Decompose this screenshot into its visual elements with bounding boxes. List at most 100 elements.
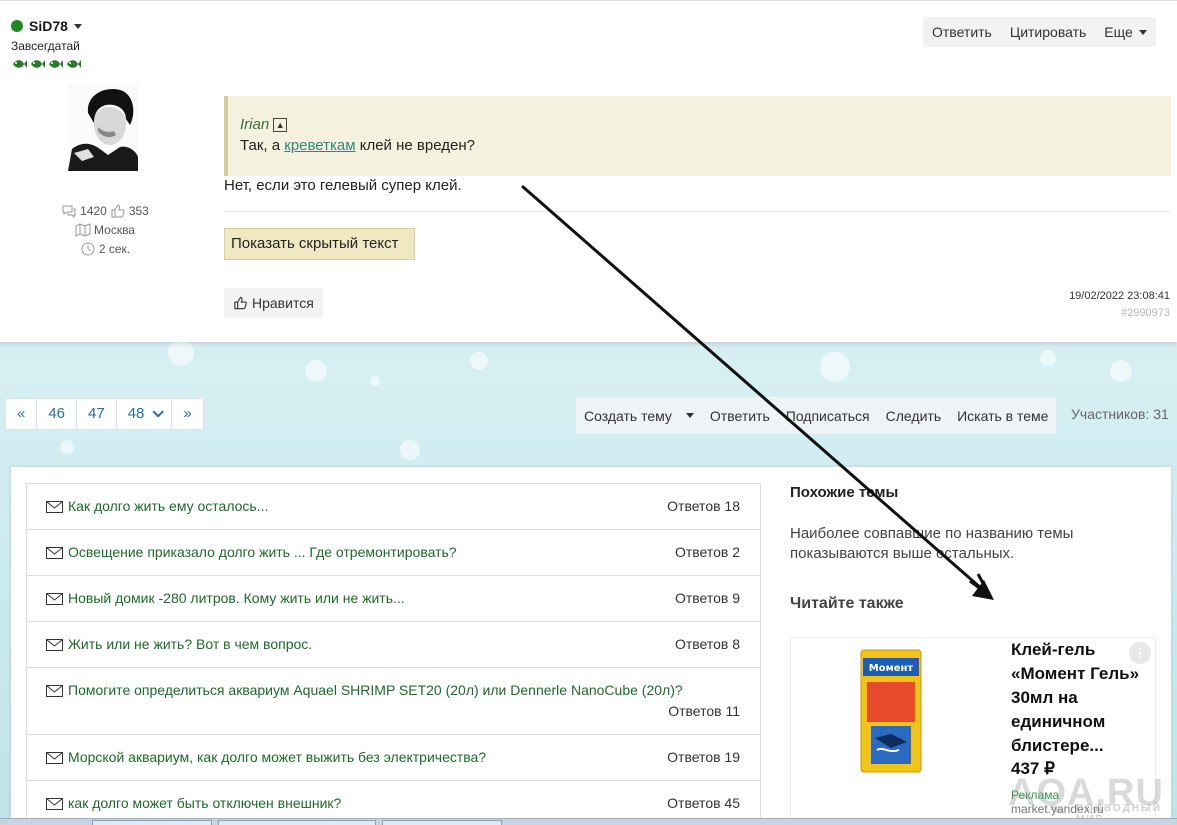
chevron-down-icon (1138, 29, 1147, 35)
last-seen: 2 сек. (98, 241, 131, 256)
background-bubble (400, 440, 420, 460)
glue-tube-icon: Момент (860, 649, 922, 773)
background-bubble (168, 340, 194, 366)
forum-post: SiD78 Завсегдатай 1420 353 Москва 2 сек.… (0, 0, 1177, 342)
clock-icon (81, 242, 95, 255)
reputation-fish-row (11, 57, 81, 71)
taskbar-item[interactable] (218, 820, 376, 825)
topic-replies: Ответов 9 (674, 590, 740, 606)
fish-icon (31, 60, 45, 68)
author-stats: 1420 353 Москва 2 сек. (40, 201, 170, 258)
background-bubble (305, 360, 327, 382)
list-item[interactable]: Помогите определиться аквариум Aquael SH… (27, 668, 760, 735)
list-item[interactable]: Жить или не жить? Вот в чем вопрос. Отве… (27, 622, 760, 668)
post-permalink[interactable]: #2990973 (1121, 307, 1170, 319)
avatar[interactable] (68, 83, 138, 171)
quote-block: Irian ▲ Так, а креветкам клей не вреден? (224, 96, 1171, 176)
envelope-icon (46, 685, 63, 697)
author-city: Москва (94, 222, 135, 237)
topic-replies: Ответов 18 (667, 498, 740, 514)
pagination-page[interactable]: 47 (77, 399, 117, 429)
post-body-text: Нет, если это гелевый супер клей. (224, 177, 462, 194)
envelope-icon (46, 501, 63, 513)
author-name[interactable]: SiD78 (29, 18, 68, 34)
background-bubble (1040, 350, 1056, 366)
chevron-down-icon (152, 406, 165, 418)
topic-link[interactable]: как долго может быть отключен внешник? (68, 795, 341, 811)
like-button[interactable]: Нравится (224, 288, 323, 318)
quote-text: Так, а креветкам клей не вреден? (240, 137, 475, 154)
list-item[interactable]: Новый домик -280 литров. Кому жить или н… (27, 576, 760, 622)
create-topic-button[interactable]: Создать тему (576, 401, 702, 431)
jump-to-quote-icon[interactable]: ▲ (273, 117, 288, 132)
participants-count[interactable]: Участников: 31 (1071, 406, 1169, 422)
current-page: 48 (127, 405, 145, 422)
topic-link[interactable]: Жить или не жить? Вот в чем вопрос. (68, 636, 312, 652)
divider (224, 211, 1171, 212)
map-icon (75, 222, 91, 237)
related-panel: Как долго жить ему осталось... Ответов 1… (11, 467, 1171, 825)
thumbs-up-icon (111, 203, 125, 217)
topic-replies: Ответов 11 (668, 703, 740, 719)
author-rank: Завсегдатай (11, 39, 80, 53)
quote-text-before: Так, а (240, 137, 285, 154)
pagination-page[interactable]: 46 (37, 399, 78, 429)
topic-link[interactable]: Морской аквариум, как долго может выжить… (68, 749, 486, 765)
show-hidden-text-button[interactable]: Показать скрытый текст (224, 228, 415, 260)
follow-button[interactable]: Следить (878, 401, 949, 431)
topic-replies: Ответов 19 (667, 749, 740, 765)
background-bubble (820, 352, 850, 382)
topic-link[interactable]: Помогите определиться аквариум Aquael SH… (68, 682, 683, 698)
pagination-prev[interactable]: « (6, 399, 38, 429)
read-also-heading: Читайте также (790, 595, 904, 612)
fish-icon (13, 60, 27, 68)
background-bubble (470, 352, 488, 370)
pagination-page-select[interactable]: 48 (117, 399, 173, 429)
search-in-topic-button[interactable]: Искать в теме (949, 401, 1056, 431)
topic-link[interactable]: Новый домик -280 литров. Кому жить или н… (68, 590, 405, 606)
fish-icon (67, 60, 81, 68)
reply-button[interactable]: Ответить (923, 17, 1001, 47)
pagination: « 46 47 48 » (5, 398, 204, 430)
topic-replies: Ответов 8 (674, 636, 740, 652)
chevron-down-icon (685, 413, 694, 418)
os-taskbar (0, 818, 1177, 825)
like-button-label: Нравится (252, 295, 314, 311)
similar-topics-heading: Похожие темы (790, 484, 899, 501)
topic-toolbar: Создать тему Ответить Подписаться Следит… (576, 397, 1057, 434)
taskbar-item[interactable] (382, 820, 502, 825)
envelope-icon (46, 798, 63, 810)
likes-count: 353 (128, 203, 149, 218)
topic-replies: Ответов 2 (674, 544, 740, 560)
list-item[interactable]: Освещение приказало долго жить ... Где о… (27, 530, 760, 576)
ad-product-brand: Момент (869, 663, 914, 674)
quote-link[interactable]: креветкам (284, 137, 355, 154)
taskbar-item[interactable] (92, 820, 212, 825)
author-menu-caret-icon[interactable] (74, 24, 82, 29)
create-topic-label: Создать тему (584, 407, 672, 424)
background-bubble (1110, 360, 1132, 382)
topic-link[interactable]: Как долго жить ему осталось... (68, 498, 268, 514)
envelope-icon (46, 547, 63, 559)
pagination-next[interactable]: » (172, 399, 202, 429)
post-actions-bar: Ответить Цитировать Еще (923, 17, 1156, 47)
ad-product-image[interactable]: Момент (791, 638, 1001, 825)
background-bubble (370, 376, 380, 386)
thumbs-up-icon (234, 296, 247, 310)
list-item[interactable]: Как долго жить ему осталось... Ответов 1… (27, 484, 760, 530)
quote-author-name[interactable]: Irian (240, 116, 269, 133)
topic-link[interactable]: Освещение приказало долго жить ... Где о… (68, 544, 457, 560)
subscribe-button[interactable]: Подписаться (778, 401, 878, 431)
more-button-label: Еще (1104, 24, 1133, 40)
more-button[interactable]: Еще (1095, 17, 1156, 47)
similar-topics-list: Как долго жить ему осталось... Ответов 1… (26, 483, 761, 825)
reply-topic-button[interactable]: Ответить (702, 401, 778, 431)
more-options-icon[interactable]: ⋮ (1129, 642, 1151, 664)
online-status-icon (11, 20, 23, 32)
posts-count: 1420 (80, 203, 107, 218)
quote-author: Irian ▲ (240, 116, 288, 133)
list-item[interactable]: Морской аквариум, как долго может выжить… (27, 735, 760, 781)
background-bubble (60, 440, 74, 454)
quote-button[interactable]: Цитировать (1001, 17, 1095, 47)
avatar-portrait-icon (68, 83, 138, 171)
